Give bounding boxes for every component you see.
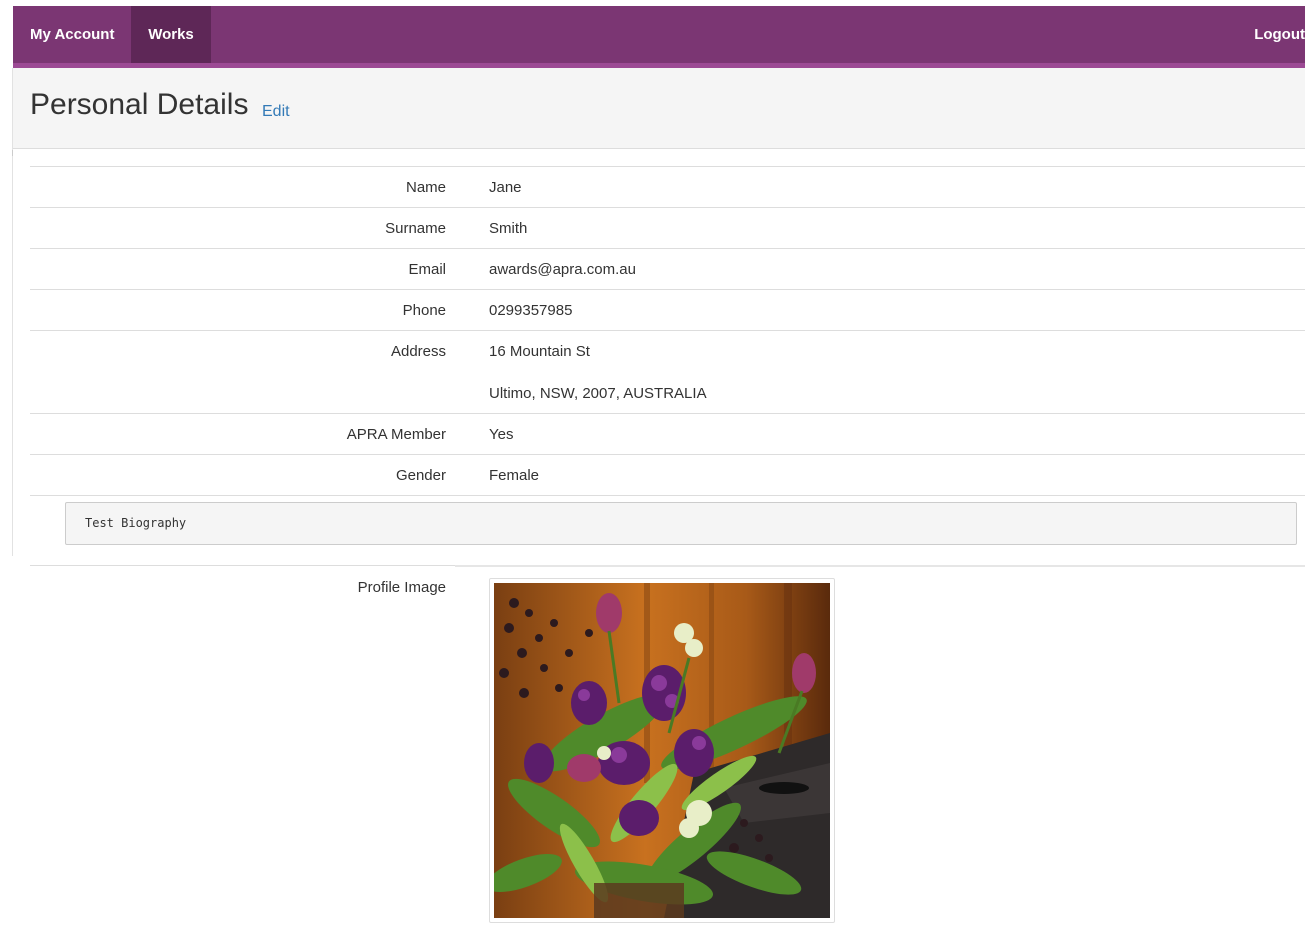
navbar: My Account Works Logout [13, 6, 1305, 63]
profile-image-thumbnail [489, 578, 835, 923]
detail-row-phone: Phone 0299357985 [30, 289, 1305, 330]
detail-row-member: APRA Member Yes [30, 413, 1305, 454]
page-title: Personal Details [30, 88, 249, 121]
member-label: APRA Member [346, 426, 446, 443]
left-tick [0, 150, 13, 156]
nav-works[interactable]: Works [131, 6, 211, 63]
section-separator-accent [455, 565, 1305, 567]
page-header: Personal Details Edit [13, 68, 1305, 149]
detail-row-surname: Surname Smith [30, 207, 1305, 248]
biography-text: Test Biography [85, 516, 187, 530]
address-line2: Ultimo, NSW, 2007, AUSTRALIA [489, 385, 707, 402]
phone-label: Phone [402, 302, 446, 319]
surname-label: Surname [385, 220, 446, 237]
email-link[interactable]: awards@apra.com.au [489, 261, 636, 278]
email-label: Email [408, 261, 446, 278]
member-value: Yes [489, 426, 514, 443]
detail-row-email: Email awards@apra.com.au [30, 248, 1305, 289]
name-value: Jane [489, 179, 522, 196]
nav-logout[interactable]: Logout [1254, 6, 1305, 63]
phone-value: 0299357985 [489, 302, 573, 319]
gender-label: Gender [395, 467, 446, 484]
details-table: Name Jane Surname Smith Email awards@apr… [30, 166, 1305, 496]
address-line1: 16 Mountain St [489, 343, 590, 360]
biography-box: Test Biography [65, 502, 1297, 545]
profile-image-flowers [494, 583, 830, 918]
detail-row-address: Address 16 Mountain St Ultimo, NSW, 2007… [30, 330, 1305, 413]
detail-row-name: Name Jane [30, 166, 1305, 207]
detail-row-gender: Gender Female [30, 454, 1305, 496]
edit-link[interactable]: Edit [262, 103, 290, 121]
name-label: Name [405, 179, 446, 196]
profile-image-label: Profile Image [357, 579, 446, 596]
gender-value: Female [489, 467, 540, 484]
nav-my-account[interactable]: My Account [13, 6, 131, 63]
address-label: Address [390, 343, 446, 360]
surname-value: Smith [489, 220, 528, 237]
